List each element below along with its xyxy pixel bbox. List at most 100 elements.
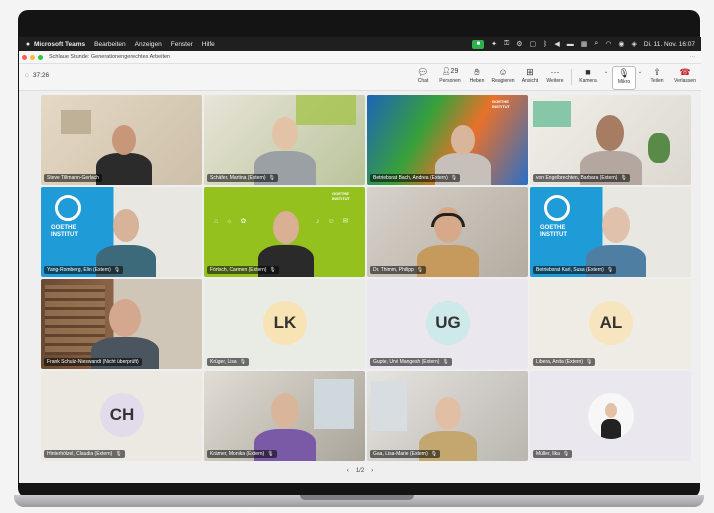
more-button[interactable]: ··· Weitere bbox=[543, 66, 567, 88]
camera-button[interactable]: ■ Kamera bbox=[576, 66, 600, 88]
goethe-logo-line1: GOETHE bbox=[540, 225, 566, 231]
slack-icon[interactable]: ✦ bbox=[491, 40, 497, 48]
participant-name-label: Steve Tillmann-Gerlach bbox=[44, 174, 102, 182]
participant-name: Schäfer, Martina (Extern) bbox=[210, 175, 266, 181]
window-icon[interactable]: ▢ bbox=[530, 40, 537, 48]
meeting-toolbar: ◌ 37:26 💬︎ Chat 👤︎29 Personen ✋︎ Heben ☺… bbox=[19, 64, 701, 91]
leave-button[interactable]: ☎︎ Verlassen bbox=[671, 66, 699, 88]
password-icon[interactable]: ⚿ bbox=[504, 40, 509, 48]
camera-active-icon[interactable]: ■ bbox=[472, 39, 485, 49]
view-button[interactable]: ⊞ Ansicht bbox=[518, 66, 542, 88]
chat-button[interactable]: 💬︎ Chat bbox=[412, 66, 434, 88]
participant-name-label: Betriebsrat Bach, Andrea (Extern) 🎙︎ bbox=[370, 174, 461, 182]
mic-muted-icon: 🎙︎ bbox=[416, 267, 424, 273]
apple-icon[interactable]: ● bbox=[22, 41, 34, 48]
view-label: Ansicht bbox=[521, 78, 539, 84]
participant-tile[interactable]: AL Libera, Anita (Extern) 🎙︎ bbox=[530, 279, 691, 369]
menu-anzeigen[interactable]: Anzeigen bbox=[135, 41, 162, 48]
mic-muted-icon: 🎙︎ bbox=[450, 175, 458, 181]
participant-tile[interactable]: Krämer, Monika (Extern) 🎙︎ bbox=[204, 371, 365, 461]
raise-hand-label: Heben bbox=[469, 78, 485, 84]
mic-muted-icon: 🎙︎ bbox=[115, 451, 122, 457]
meeting-timer: ◌ 37:26 bbox=[25, 72, 49, 79]
icon-pattern: ⌂ ☼ ✿ bbox=[214, 218, 250, 225]
participant-tile[interactable]: Dr. Thimm, Philipp 🎙︎ bbox=[367, 187, 528, 277]
hang-up-icon: ☎︎ bbox=[679, 67, 691, 77]
people-label: Personen bbox=[439, 78, 461, 84]
menu-bearbeiten[interactable]: Bearbeiten bbox=[94, 41, 125, 48]
participant-tile[interactable]: CH Hinterhölzel, Claudia (Extern) 🎙︎ bbox=[41, 371, 202, 461]
people-button[interactable]: 👤︎29 Personen bbox=[436, 66, 464, 88]
zoom-window-button[interactable] bbox=[38, 54, 43, 60]
user-switch-icon[interactable]: ◉ bbox=[618, 40, 624, 48]
react-button[interactable]: ☺ Reagieren bbox=[490, 66, 516, 88]
window-more-button[interactable]: ··· bbox=[690, 54, 696, 60]
participant-name: Yang-Romberg, Elin (Extern) bbox=[47, 267, 111, 273]
menu-hilfe[interactable]: Hilfe bbox=[202, 41, 215, 48]
participant-name: Dr. Thimm, Philipp bbox=[373, 267, 414, 273]
more-icon: ··· bbox=[550, 67, 560, 77]
avatar-initials: AL bbox=[599, 313, 623, 332]
participant-tile[interactable]: Schäfer, Martina (Extern) 🎙︎ bbox=[204, 95, 365, 185]
window-title: Schlaue Stunde: Generationengerechtes Ar… bbox=[49, 54, 171, 60]
goethe-logo-line1: GOETHE bbox=[51, 225, 77, 231]
minimize-window-button[interactable] bbox=[30, 54, 35, 60]
participant-name: Betriebsrat Karl, Susa (Extern) bbox=[536, 267, 604, 273]
participant-name: Steve Tillmann-Gerlach bbox=[47, 175, 99, 181]
camera-options-chevron[interactable]: ⌄ bbox=[602, 66, 610, 88]
menu-app-name[interactable]: Microsoft Teams bbox=[34, 41, 85, 48]
participant-tile[interactable]: von Engelbrechten, Barbara (Extern) 🎙︎ bbox=[530, 95, 691, 185]
mic-label: Mikro bbox=[617, 79, 631, 85]
raise-hand-icon: ✋︎ bbox=[474, 67, 480, 77]
battery-icon[interactable]: ▬ bbox=[567, 41, 574, 48]
menu-fenster[interactable]: Fenster bbox=[171, 41, 193, 48]
chat-label: Chat bbox=[417, 78, 429, 84]
participant-tile[interactable]: GOETHE INSTITUT Betriebsrat Bach, Andrea … bbox=[367, 95, 528, 185]
settings-icon[interactable]: ⚙ bbox=[516, 40, 522, 48]
participant-tile[interactable]: Frank Schulz-Nieswandt (Nicht überprüft) bbox=[41, 279, 202, 369]
participant-name: Krämer, Monika (Extern) bbox=[210, 451, 265, 457]
raise-hand-button[interactable]: ✋︎ Heben bbox=[466, 66, 488, 88]
share-button[interactable]: ⇪ Teilen bbox=[646, 66, 668, 88]
participant-tile[interactable]: Müller, Ilka 🎙︎ bbox=[530, 371, 691, 461]
participant-tile[interactable]: GOETHE INSTITUT Yang-Romberg, Elin (Exter… bbox=[41, 187, 202, 277]
next-page-button[interactable]: › bbox=[371, 468, 373, 474]
mic-muted-icon: 🎙︎ bbox=[585, 359, 593, 365]
participant-tile[interactable]: GOETHE INSTITUT Betriebsrat Karl, Susa (E… bbox=[530, 187, 691, 277]
window-titlebar: Schlaue Stunde: Generationengerechtes Ar… bbox=[19, 51, 701, 64]
bluetooth-icon[interactable]: ᛒ bbox=[543, 41, 547, 48]
participant-video bbox=[96, 153, 152, 185]
avatar: UG bbox=[426, 301, 470, 345]
participant-tile[interactable]: Steve Tillmann-Gerlach bbox=[41, 95, 202, 185]
mic-muted-icon: 🎙︎ bbox=[113, 267, 121, 273]
mic-button[interactable]: 🎙︎ Mikro bbox=[612, 66, 636, 90]
share-icon: ⇪ bbox=[653, 67, 661, 77]
mic-options-chevron[interactable]: ⌄ bbox=[636, 66, 644, 88]
display-icon[interactable]: ▦ bbox=[581, 40, 588, 48]
mic-muted-icon: 🎙︎ bbox=[269, 267, 276, 273]
goethe-logo: GOETHE INSTITUT bbox=[540, 225, 567, 239]
menubar-datetime[interactable]: Di. 11. Nov. 16:07 bbox=[644, 41, 695, 48]
close-window-button[interactable] bbox=[22, 54, 27, 60]
participant-tile[interactable]: LK Krüger, Lisa 🎙︎ bbox=[204, 279, 365, 369]
goethe-logo: GOETHE INSTITUT bbox=[332, 191, 350, 201]
profile-photo-face bbox=[605, 403, 617, 418]
participant-video bbox=[417, 245, 479, 277]
wifi-icon[interactable]: ◠ bbox=[605, 40, 611, 48]
toolbar-divider bbox=[571, 69, 572, 85]
mic-muted-icon: 🎙︎ bbox=[430, 451, 438, 457]
participant-tile[interactable]: ⌂ ☼ ✿ ♪ ☺ ✉ GOETHE INSTITUT Förtsch, Carm… bbox=[204, 187, 365, 277]
participant-name: Müller, Ilka bbox=[536, 451, 560, 457]
participant-tile[interactable]: Gaa, Lisa-Marie (Extern) 🎙︎ bbox=[367, 371, 528, 461]
previous-page-button[interactable]: ‹ bbox=[347, 468, 349, 474]
search-icon[interactable]: ⌕ bbox=[594, 40, 598, 48]
react-label: Reagieren bbox=[491, 78, 515, 84]
participant-tile[interactable]: UG Gupte, Urvi Mangesh (Extern) 🎙︎ bbox=[367, 279, 528, 369]
volume-icon[interactable]: ◀ bbox=[554, 40, 559, 48]
participant-face bbox=[271, 393, 299, 428]
participant-face bbox=[435, 397, 461, 430]
participant-name-label: Müller, Ilka 🎙︎ bbox=[533, 450, 573, 458]
siri-icon[interactable]: ◈ bbox=[632, 40, 637, 48]
participant-face bbox=[113, 209, 139, 242]
grid-view-icon: ⊞ bbox=[526, 67, 534, 77]
